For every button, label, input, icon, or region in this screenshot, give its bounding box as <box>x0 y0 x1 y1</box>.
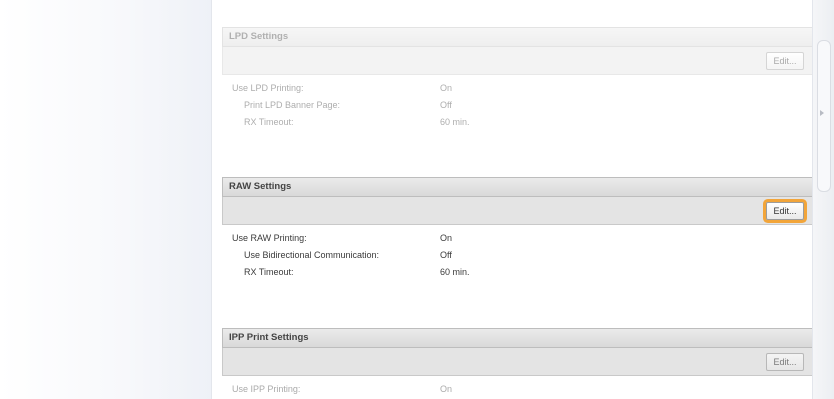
setting-label: Use RAW Printing: <box>232 233 307 243</box>
scroll-arrow-icon <box>820 110 824 116</box>
setting-value: 60 min. <box>440 117 470 127</box>
setting-value: Off <box>440 250 452 260</box>
raw-edit-button[interactable]: Edit... <box>766 202 804 220</box>
ipp-print-settings-section: IPP Print Settings Edit... Use IPP Print… <box>222 328 813 399</box>
setting-value: On <box>440 83 453 93</box>
ipp-edit-button[interactable]: Edit... <box>766 353 804 371</box>
setting-value: On <box>440 233 453 243</box>
raw-settings-section: RAW Settings Edit... Use RAW Printing: O… <box>222 177 813 282</box>
left-navigation-pane <box>0 0 212 399</box>
vertical-scrollbar[interactable] <box>812 0 834 399</box>
setting-label: Use Bidirectional Communication: <box>244 250 380 260</box>
setting-label: RX Timeout: <box>244 117 294 127</box>
setting-row: RX Timeout: 60 min. <box>222 265 813 282</box>
raw-settings-rows: Use RAW Printing: On Use Bidirectional C… <box>222 225 813 282</box>
ipp-settings-rows: Use IPP Printing: On <box>222 376 813 399</box>
setting-label: Use IPP Printing: <box>232 384 301 394</box>
lpd-edit-button[interactable]: Edit... <box>766 52 804 70</box>
setting-row: Print LPD Banner Page: Off <box>222 98 813 115</box>
ipp-settings-toolbar: Edit... <box>222 348 813 376</box>
setting-label: RX Timeout: <box>244 267 294 277</box>
setting-label: Use LPD Printing: <box>232 83 304 93</box>
lpd-settings-rows: Use LPD Printing: On Print LPD Banner Pa… <box>222 75 813 132</box>
setting-row: RX Timeout: 60 min. <box>222 115 813 132</box>
raw-settings-toolbar: Edit... <box>222 197 813 225</box>
setting-value: On <box>440 384 453 394</box>
setting-row: Use LPD Printing: On <box>222 81 813 98</box>
setting-row: Use RAW Printing: On <box>222 231 813 248</box>
ipp-settings-header: IPP Print Settings <box>222 328 813 348</box>
setting-label: Print LPD Banner Page: <box>244 100 341 110</box>
setting-value: Off <box>440 100 452 110</box>
scrollbar-thumb[interactable] <box>817 40 831 192</box>
setting-value: 60 min. <box>440 267 470 277</box>
setting-row: Use Bidirectional Communication: Off <box>222 248 813 265</box>
lpd-settings-section: LPD Settings Edit... Use LPD Printing: O… <box>222 27 813 132</box>
setting-row: Use IPP Printing: On <box>222 382 813 399</box>
lpd-settings-header: LPD Settings <box>222 27 813 47</box>
raw-settings-header: RAW Settings <box>222 177 813 197</box>
lpd-settings-toolbar: Edit... <box>222 47 813 75</box>
main-content: LPD Settings Edit... Use LPD Printing: O… <box>212 0 813 399</box>
